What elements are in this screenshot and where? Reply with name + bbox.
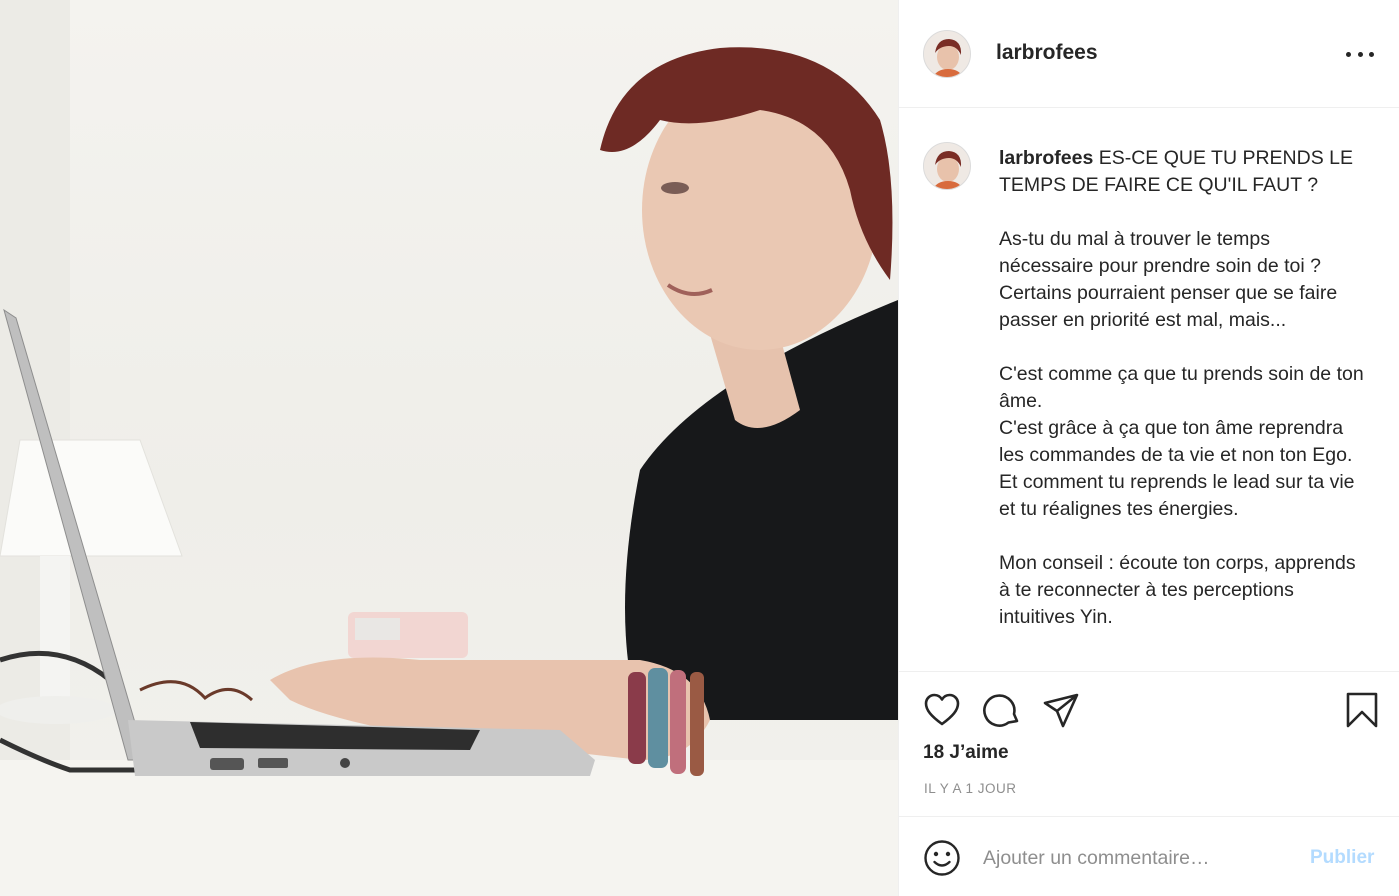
actions-section: 18 J’aime IL Y A 1 JOUR (899, 671, 1399, 816)
speech-bubble-icon (983, 694, 1019, 727)
like-button[interactable] (923, 691, 961, 729)
post-photo[interactable] (0, 0, 898, 896)
caption-body: ES-CE QUE TU PRENDS LE TEMPS DE FAIRE CE… (999, 147, 1364, 628)
comment-button[interactable] (983, 691, 1021, 729)
caption-avatar[interactable] (923, 142, 971, 190)
caption-username[interactable]: larbrofees (999, 147, 1093, 169)
add-comment-section: Publier (899, 816, 1399, 896)
avatar-image (924, 31, 970, 77)
caption-text: larbrofees ES-CE QUE TU PRENDS LE TEMPS … (999, 145, 1369, 631)
bookmark-icon (1346, 692, 1378, 728)
caption-avatar-image (924, 143, 970, 189)
comment-input[interactable] (983, 843, 1283, 873)
heart-icon (924, 693, 960, 726)
share-button[interactable] (1042, 691, 1080, 729)
save-button[interactable] (1343, 691, 1381, 729)
more-dots-icon[interactable] (1346, 44, 1374, 64)
header-username[interactable]: larbrofees (996, 41, 1098, 65)
post-side-panel: larbrofees larbrofees ES-CE QUE TU PREND… (898, 0, 1399, 896)
post-header: larbrofees (899, 0, 1399, 108)
paper-plane-icon (1043, 693, 1079, 728)
avatar[interactable] (923, 30, 971, 78)
smiley-icon[interactable] (923, 839, 961, 877)
post-timestamp[interactable]: IL Y A 1 JOUR (924, 781, 1017, 796)
likes-count[interactable]: 18 J’aime (923, 742, 1009, 764)
post-photo-illustration (0, 0, 898, 896)
publish-button[interactable]: Publier (1310, 847, 1374, 869)
caption-section: larbrofees ES-CE QUE TU PRENDS LE TEMPS … (899, 109, 1399, 671)
